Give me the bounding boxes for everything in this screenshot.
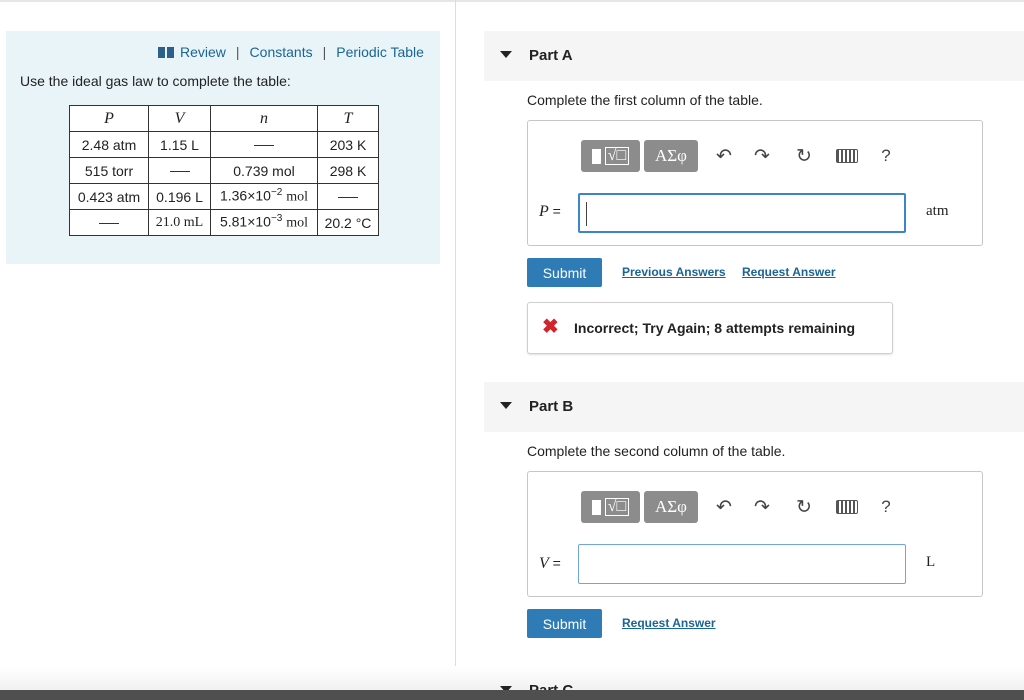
header-temperature: T [317, 105, 379, 132]
part-b-answer-box: √□ ΑΣφ ↶ ↷ ↻ ? V = L [527, 471, 983, 597]
bottom-bar [0, 690, 1024, 700]
keyboard-icon[interactable] [834, 495, 860, 519]
cell-n-blank [210, 131, 318, 158]
part-c-header[interactable]: Part C [484, 678, 1024, 690]
part-b-request-answer-link[interactable]: Request Answer [622, 616, 716, 630]
part-a-answer-input[interactable] [578, 193, 906, 233]
table-row: 21.0 mL 5.81×10−3 mol 20.2 °C [69, 209, 379, 236]
part-a-variable-label: P = [539, 203, 561, 221]
math-toolbar: √□ ΑΣφ ↶ ↷ ↻ ? [581, 140, 905, 172]
template-square-icon [591, 148, 601, 164]
variable-symbol: V [539, 555, 549, 572]
templates-button[interactable]: √□ [581, 491, 640, 523]
info-panel: Review | Constants | Periodic Table Use … [6, 31, 440, 264]
book-icon [158, 46, 174, 58]
math-toolbar: √□ ΑΣφ ↶ ↷ ↻ ? [581, 491, 905, 523]
part-b-prompt: Complete the second column of the table. [527, 443, 786, 459]
n-exponent: −3 [270, 213, 283, 225]
cell-n: 1.36×10−2 mol [210, 183, 318, 210]
header-volume: V [148, 105, 211, 132]
part-a-answer-box: √□ ΑΣφ ↶ ↷ ↻ ? P = atm [527, 120, 983, 246]
redo-icon[interactable]: ↷ [749, 144, 775, 168]
reset-icon[interactable]: ↻ [791, 495, 817, 519]
n-exponent: −2 [270, 187, 283, 199]
part-b-answer-input[interactable] [578, 544, 906, 584]
part-a-prompt: Complete the first column of the table. [527, 92, 763, 108]
header-pressure: P [69, 105, 149, 132]
periodic-table-link[interactable]: Periodic Table [336, 44, 424, 60]
equals-sign: = [552, 203, 561, 219]
templates-button[interactable]: √□ [581, 140, 640, 172]
root-template-icon: √□ [604, 147, 630, 165]
cell-p: 515 torr [69, 157, 149, 184]
cell-v: 0.196 L [148, 183, 211, 210]
link-separator: | [235, 44, 240, 60]
review-link[interactable]: Review [180, 44, 226, 60]
cell-v: 1.15 L [148, 131, 211, 158]
keyboard-icon[interactable] [834, 144, 860, 168]
undo-icon[interactable]: ↶ [711, 495, 737, 519]
part-b-unit: L [926, 554, 936, 570]
error-x-icon: ✖ [542, 316, 559, 338]
part-b-variable-label: V = [539, 555, 561, 573]
n-base: 5.81×10 [219, 213, 271, 230]
equals-sign: = [552, 555, 561, 571]
collapse-caret-icon[interactable] [500, 51, 512, 58]
part-b-title: Part B [529, 398, 574, 415]
cell-t: 203 K [317, 131, 379, 158]
cell-t: 20.2 °C [317, 209, 379, 236]
undo-icon[interactable]: ↶ [711, 144, 737, 168]
cell-p-blank [69, 209, 149, 236]
part-c-title: Part C [529, 682, 573, 690]
cell-p: 2.48 atm [69, 131, 149, 158]
cell-v: 21.0 mL [148, 209, 211, 236]
help-icon[interactable]: ? [873, 144, 899, 168]
part-a-unit: atm [926, 203, 949, 219]
table-header-row: P V n T [69, 105, 379, 132]
previous-answers-link[interactable]: Previous Answers [622, 265, 726, 279]
constants-link[interactable]: Constants [250, 44, 313, 60]
cell-t-blank [317, 183, 379, 210]
greek-symbols-button[interactable]: ΑΣφ [644, 491, 698, 523]
variable-symbol: P [539, 203, 549, 220]
instruction-text: Use the ideal gas law to complete the ta… [20, 73, 291, 89]
feedback-text: Incorrect; Try Again; 8 attempts remaini… [574, 320, 856, 336]
resource-links: Review | Constants | Periodic Table [158, 44, 424, 60]
table-row: 0.423 atm 0.196 L 1.36×10−2 mol [69, 183, 379, 210]
link-separator: | [322, 44, 327, 60]
feedback-message: ✖ Incorrect; Try Again; 8 attempts remai… [527, 302, 893, 354]
n-unit: mol [286, 189, 309, 205]
column-divider [455, 0, 456, 700]
n-base: 1.36×10 [219, 187, 271, 204]
part-b-header[interactable]: Part B [484, 382, 1024, 432]
top-rule [0, 0, 1024, 2]
cell-n: 5.81×10−3 mol [210, 209, 318, 236]
part-a-submit-button[interactable]: Submit [527, 258, 602, 287]
template-square-icon [591, 499, 601, 515]
part-b-submit-button[interactable]: Submit [527, 609, 602, 638]
cell-v-blank [148, 157, 211, 184]
header-moles: n [210, 105, 318, 132]
help-icon[interactable]: ? [873, 495, 899, 519]
gas-law-table: P V n T 2.48 atm 1.15 L 203 K 515 torr 0… [69, 105, 379, 236]
collapse-caret-icon[interactable] [500, 402, 512, 409]
cell-n: 0.739 mol [210, 157, 318, 184]
greek-symbols-button[interactable]: ΑΣφ [644, 140, 698, 172]
part-a-title: Part A [529, 47, 573, 64]
root-template-icon: √□ [604, 498, 630, 516]
reset-icon[interactable]: ↻ [791, 144, 817, 168]
text-cursor [586, 202, 587, 226]
cell-p: 0.423 atm [69, 183, 149, 210]
table-row: 2.48 atm 1.15 L 203 K [69, 131, 379, 158]
n-unit: mol [286, 215, 309, 231]
part-a-header[interactable]: Part A [484, 31, 1024, 81]
redo-icon[interactable]: ↷ [749, 495, 775, 519]
table-row: 515 torr 0.739 mol 298 K [69, 157, 379, 184]
cell-t: 298 K [317, 157, 379, 184]
part-a-request-answer-link[interactable]: Request Answer [742, 265, 836, 279]
